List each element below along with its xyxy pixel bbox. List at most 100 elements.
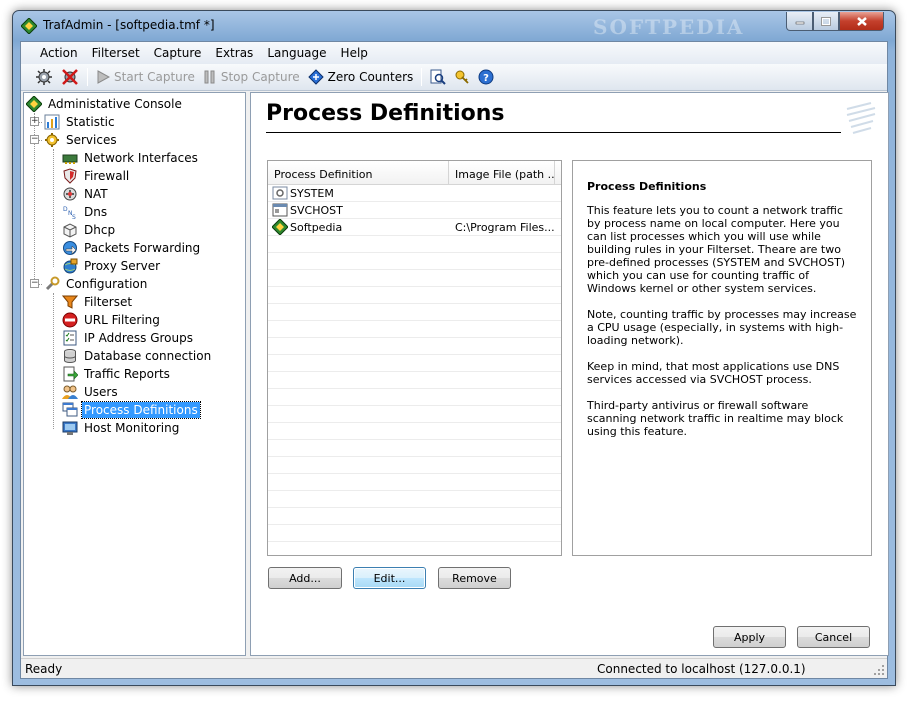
tree-item-label: Filterset <box>84 294 133 309</box>
menu-language[interactable]: Language <box>260 42 333 64</box>
panel-splitter[interactable] <box>247 92 249 656</box>
row-name: Softpedia <box>290 220 343 234</box>
resize-grip-icon[interactable] <box>873 664 885 676</box>
tree-item-nat[interactable]: NAT <box>62 185 110 202</box>
empty-row <box>268 474 561 491</box>
tree-item-label: IP Address Groups <box>84 330 193 345</box>
client-area: Action Filterset Capture Extras Language… <box>20 41 889 679</box>
tree-item-label: Database connection <box>84 348 212 363</box>
description-title: Process Definitions <box>587 180 707 193</box>
tree-line <box>53 149 54 267</box>
list-row[interactable]: SYSTEM <box>268 185 561 202</box>
help-button[interactable]: ? <box>474 66 498 88</box>
title-bar[interactable]: TrafAdmin - [softpedia.tmf *] SOFTPEDIA <box>13 11 895 41</box>
list-header: Process Definition Image File (path ... <box>268 161 561 185</box>
apply-button[interactable]: Apply <box>713 626 786 648</box>
column-header-process-definition[interactable]: Process Definition <box>268 161 449 184</box>
cancel-button[interactable]: Cancel <box>797 626 870 648</box>
collapse-services-toggle[interactable]: − <box>30 135 39 144</box>
firewall-shield-icon <box>63 167 77 184</box>
bar-chart-icon <box>44 114 60 129</box>
tree-item-label: Host Monitoring <box>84 420 180 435</box>
tree-item-url-filtering[interactable]: URL Filtering <box>62 311 162 328</box>
page-title: Process Definitions <box>266 101 505 126</box>
main-panel: Process Definitions Process Definition I… <box>250 92 889 656</box>
empty-row <box>268 338 561 355</box>
menu-action[interactable]: Action <box>33 42 85 64</box>
empty-row <box>268 287 561 304</box>
tree-item-dhcp[interactable]: Dhcp <box>62 221 117 238</box>
remove-button[interactable]: Remove <box>438 567 511 589</box>
tree-item-network-interfaces[interactable]: Network Interfaces <box>62 149 200 166</box>
list-row[interactable]: Softpedia C:\Program Files... <box>268 219 561 236</box>
disconnect-button[interactable] <box>57 66 83 88</box>
tree-item-configuration[interactable]: Configuration <box>44 275 149 292</box>
empty-row <box>268 321 561 338</box>
menu-extras[interactable]: Extras <box>208 42 260 64</box>
menu-help[interactable]: Help <box>334 42 375 64</box>
tree-item-label: Network Interfaces <box>84 150 198 165</box>
collapse-configuration-toggle[interactable]: − <box>30 279 39 288</box>
start-capture-button[interactable]: Start Capture <box>92 66 199 88</box>
expand-statistic-toggle[interactable]: + <box>30 117 39 126</box>
tree-item-ip-address-groups[interactable]: IP Address Groups <box>62 329 195 346</box>
description-paragraph: This feature lets you to count a network… <box>587 204 846 295</box>
empty-row <box>268 508 561 525</box>
process-list[interactable]: Process Definition Image File (path ... … <box>267 160 562 556</box>
tree-item-packets-forwarding[interactable]: Packets Forwarding <box>62 239 202 256</box>
description-paragraph: Keep in mind, that most applications use… <box>587 360 840 386</box>
tree-item-users[interactable]: Users <box>62 383 120 400</box>
empty-row <box>268 270 561 287</box>
row-name: SVCHOST <box>290 203 343 217</box>
tree-item-dns[interactable]: DNS Dns <box>62 203 109 220</box>
tree-item-traffic-reports[interactable]: Traffic Reports <box>62 365 172 382</box>
minimize-button[interactable] <box>786 12 813 31</box>
menu-filterset[interactable]: Filterset <box>85 42 147 64</box>
pause-icon <box>204 70 215 84</box>
list-row[interactable]: SVCHOST <box>268 202 561 219</box>
tree-root[interactable]: Administative Console <box>26 95 184 112</box>
tree-item-firewall[interactable]: Firewall <box>62 167 131 184</box>
database-icon <box>64 348 76 363</box>
tree-item-statistic[interactable]: Statistic <box>44 113 117 130</box>
close-button[interactable] <box>839 12 884 31</box>
description-paragraph: Note, counting traffic by processes may … <box>587 308 857 347</box>
keys-button[interactable] <box>450 66 474 88</box>
forwarding-globe-icon <box>63 240 77 255</box>
connect-button[interactable] <box>31 66 57 88</box>
edit-button[interactable]: Edit... <box>353 567 426 589</box>
tree-item-proxy-server[interactable]: Proxy Server <box>62 257 162 274</box>
tree-item-database-connection[interactable]: Database connection <box>62 347 213 364</box>
tree-line <box>53 293 54 429</box>
menu-capture[interactable]: Capture <box>147 42 209 64</box>
tree-root-label: Administative Console <box>48 96 182 111</box>
gear-connect-icon <box>36 69 52 85</box>
stop-capture-button[interactable]: Stop Capture <box>199 66 304 88</box>
menu-bar: Action Filterset Capture Extras Language… <box>21 42 887 64</box>
zero-counters-button[interactable]: Zero Counters <box>304 66 418 88</box>
tree-item-process-definitions[interactable]: Process Definitions <box>62 400 201 419</box>
svg-text:S: S <box>72 214 76 220</box>
navigation-tree[interactable]: Administative Console + Statistic − Serv… <box>23 92 246 656</box>
column-header-image-file[interactable]: Image File (path ... <box>449 161 555 184</box>
row-path: C:\Program Files... <box>455 220 555 234</box>
tree-item-services[interactable]: Services <box>44 131 119 148</box>
tree-item-filterset[interactable]: Filterset <box>62 293 134 310</box>
tree-item-label: Traffic Reports <box>84 366 170 381</box>
watermark: SOFTPEDIA <box>593 15 745 39</box>
diamond-icon <box>26 95 42 112</box>
empty-row <box>268 355 561 372</box>
tree-item-host-monitoring[interactable]: Host Monitoring <box>62 419 181 436</box>
windows-stack-icon <box>62 402 78 416</box>
maximize-button[interactable] <box>813 12 839 31</box>
add-button[interactable]: Add... <box>268 567 342 589</box>
tree-item-label: Services <box>66 132 117 147</box>
empty-row <box>268 389 561 406</box>
close-icon <box>856 16 867 26</box>
search-tool-button[interactable] <box>426 66 450 88</box>
zero-counters-label: Zero Counters <box>327 70 414 84</box>
empty-row <box>268 457 561 474</box>
monitor-icon <box>62 421 78 435</box>
toolbar-separator-2 <box>421 68 423 86</box>
tree-item-label: Statistic <box>66 114 115 129</box>
